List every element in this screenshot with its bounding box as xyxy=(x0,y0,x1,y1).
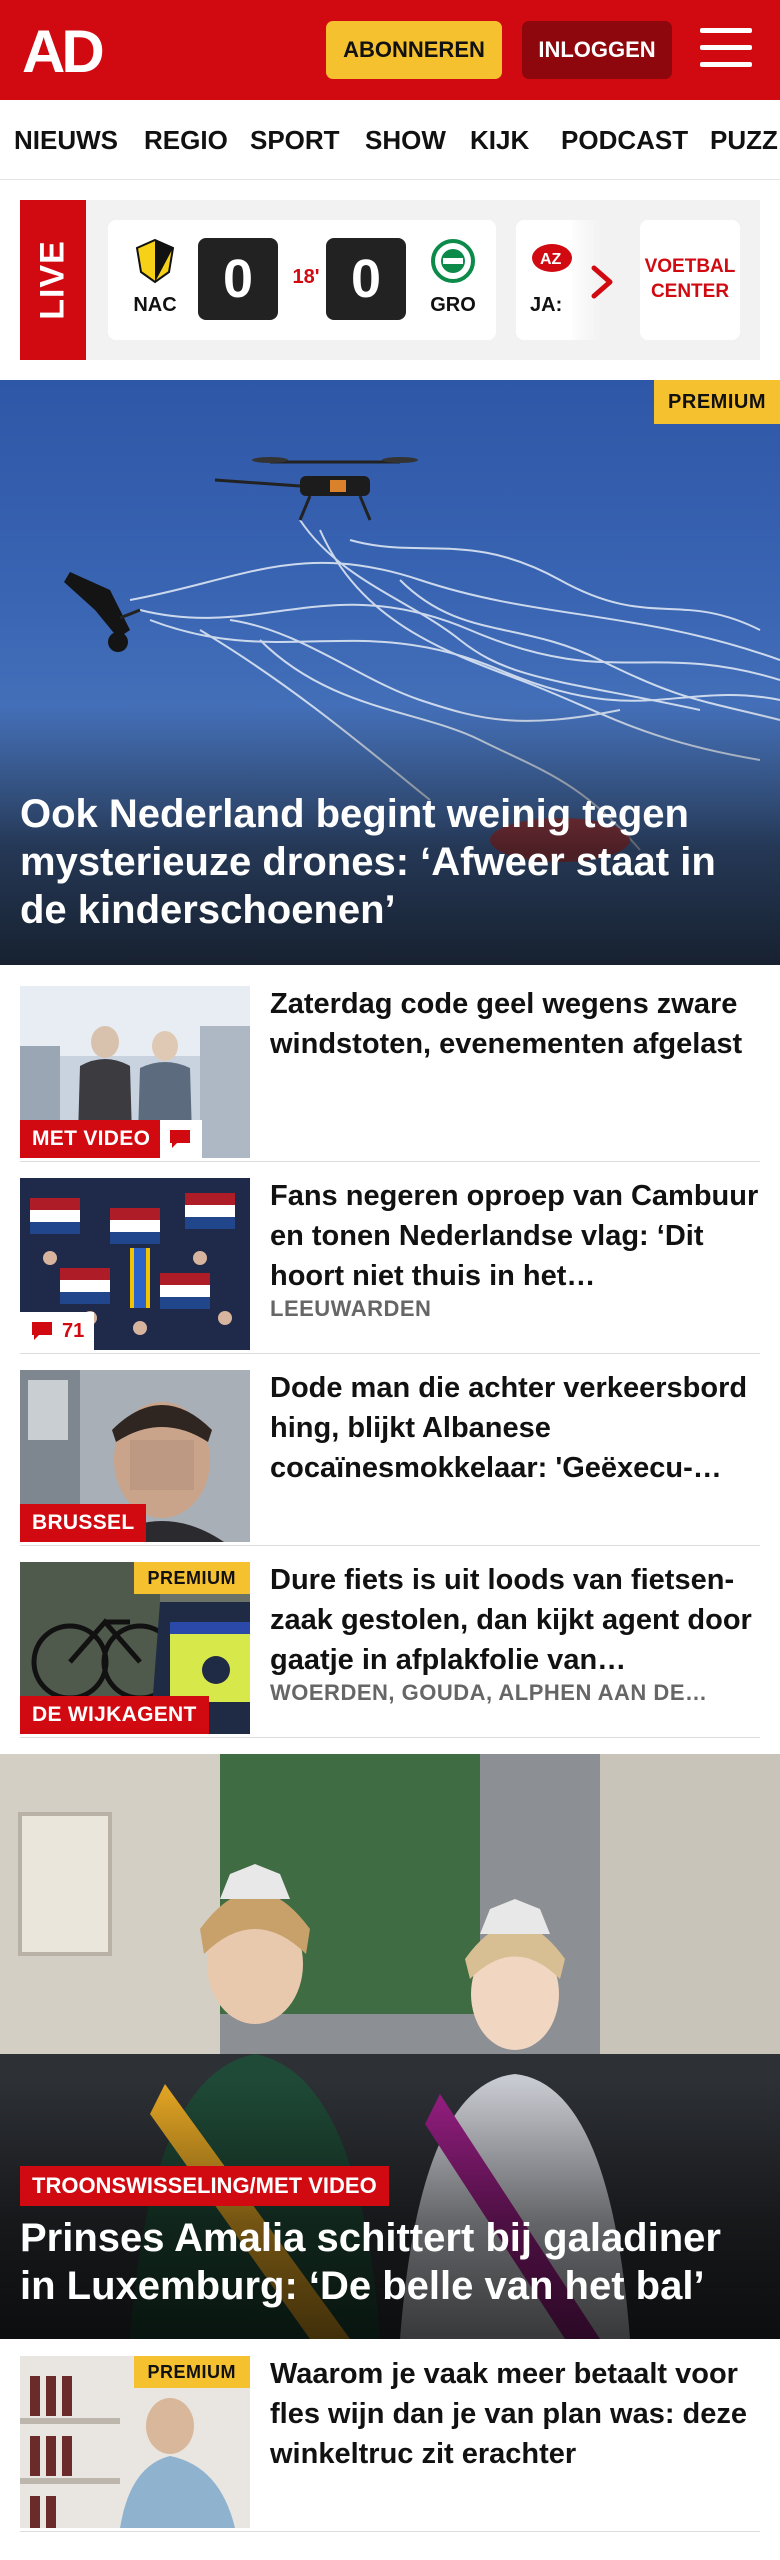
subscribe-button[interactable]: ABONNEREN xyxy=(326,21,502,79)
nav-item-podcast[interactable]: PODCAST xyxy=(561,100,688,179)
away-team-name: GRO xyxy=(430,294,476,316)
article-title[interactable]: Fans negeren oproep van Cambuur en tonen… xyxy=(270,1176,760,1296)
drone-shape xyxy=(214,457,418,521)
article-label: DE WIJKAGENT xyxy=(20,1696,209,1734)
groningen-logo-icon xyxy=(431,239,475,283)
login-button[interactable]: INLOGGEN xyxy=(522,21,672,79)
svg-text:AZ: AZ xyxy=(540,251,562,268)
home-score: 0 xyxy=(198,238,278,320)
premium-badge: PREMIUM xyxy=(654,380,780,424)
live-tag: LIVE xyxy=(20,200,86,360)
match-minute: 18' xyxy=(292,266,320,288)
hero-title[interactable]: Ook Nederland begint weinig tegen myster… xyxy=(20,790,760,934)
home-team-name: NAC xyxy=(133,294,177,316)
logo-text: AD xyxy=(22,22,102,78)
chevron-right-icon[interactable] xyxy=(580,260,624,304)
article-location: WOERDEN, GOUDA, ALPHEN AAN DE… xyxy=(270,1680,708,1705)
list-item[interactable]: MET VIDEO Zaterdag code geel wegens zwar… xyxy=(20,970,760,1162)
home-team: NAC xyxy=(122,220,182,340)
live-label: LIVE xyxy=(33,240,72,320)
list-item[interactable]: BRUSSEL Dode man die achter verkeers­bor… xyxy=(20,1354,760,1546)
next-match-team: JA: xyxy=(530,294,563,316)
hero-article[interactable]: PREMIUM Ook Nederland begint weinig tege… xyxy=(0,380,780,965)
article-location: LEEUWARDEN xyxy=(270,1296,432,1321)
article-thumbnail: 71 xyxy=(20,1178,250,1350)
ad-logo[interactable]: AD xyxy=(22,22,118,78)
comment-count xyxy=(160,1120,202,1158)
article-label: BRUSSEL xyxy=(20,1504,147,1542)
premium-badge: PREMIUM xyxy=(133,1562,250,1594)
article-thumbnail: BRUSSEL xyxy=(20,1370,250,1542)
nav-item-sport[interactable]: SPORT xyxy=(250,100,340,179)
nav-item-regio[interactable]: REGIO xyxy=(144,100,228,179)
feature-label: TROONSWISSELING/MET VIDEO xyxy=(20,2166,389,2206)
list-item[interactable]: PREMIUM DE WIJKAGENT Dure fiets is uit l… xyxy=(20,1546,760,1738)
top-header: AD ABONNEREN INLOGGEN xyxy=(0,0,780,100)
comment-count: 71 xyxy=(20,1312,95,1350)
voetbal-center-button[interactable]: VOETBAL CENTER xyxy=(640,220,740,340)
feature-title[interactable]: Prinses Amalia schittert bij galadiner i… xyxy=(20,2214,760,2310)
away-team: GRO xyxy=(420,220,480,340)
article-thumbnail: PREMIUM xyxy=(20,2356,250,2528)
nav-item-show[interactable]: SHOW xyxy=(365,100,446,179)
nav-item-puzzel[interactable]: PUZZ xyxy=(710,100,778,179)
live-scores-strip: LIVE NAC 0 18' 0 GRO AZ JA: VOETBAL CENT… xyxy=(20,200,760,360)
hamburger-icon[interactable] xyxy=(700,28,752,72)
comment-icon xyxy=(170,1130,190,1148)
feature-article[interactable]: TROONSWISSELING/MET VIDEO Prinses Amalia… xyxy=(0,1754,780,2339)
list-item[interactable]: PREMIUM Waarom je vaak meer betaalt voor… xyxy=(20,2340,760,2532)
away-score: 0 xyxy=(326,238,406,320)
comment-icon xyxy=(32,1322,52,1340)
az-logo-icon: AZ xyxy=(532,244,572,272)
article-title[interactable]: Dure fiets is uit loods van fietsen­zaak… xyxy=(270,1560,760,1680)
section-nav: NIEUWS REGIO SPORT SHOW KIJK PODCAST PUZ… xyxy=(0,100,780,180)
comment-count-value: 71 xyxy=(62,1319,85,1342)
article-label: MET VIDEO xyxy=(20,1120,163,1158)
article-title[interactable]: Zaterdag code geel wegens zware windstot… xyxy=(270,984,760,1064)
premium-badge: PREMIUM xyxy=(133,2356,250,2388)
match-card[interactable]: NAC 0 18' 0 GRO xyxy=(108,220,496,340)
article-title[interactable]: Dode man die achter verkeers­bord hing, … xyxy=(270,1368,760,1488)
article-thumbnail: PREMIUM DE WIJKAGENT xyxy=(20,1562,250,1734)
article-title[interactable]: Waarom je vaak meer betaalt voor fles wi… xyxy=(270,2354,760,2474)
nac-logo-icon xyxy=(135,238,175,284)
nav-item-kijk[interactable]: KIJK xyxy=(470,100,529,179)
article-thumbnail: MET VIDEO xyxy=(20,986,250,1158)
nav-item-nieuws[interactable]: NIEUWS xyxy=(14,100,118,179)
list-item[interactable]: 71 Fans negeren oproep van Cambuur en to… xyxy=(20,1162,760,1354)
